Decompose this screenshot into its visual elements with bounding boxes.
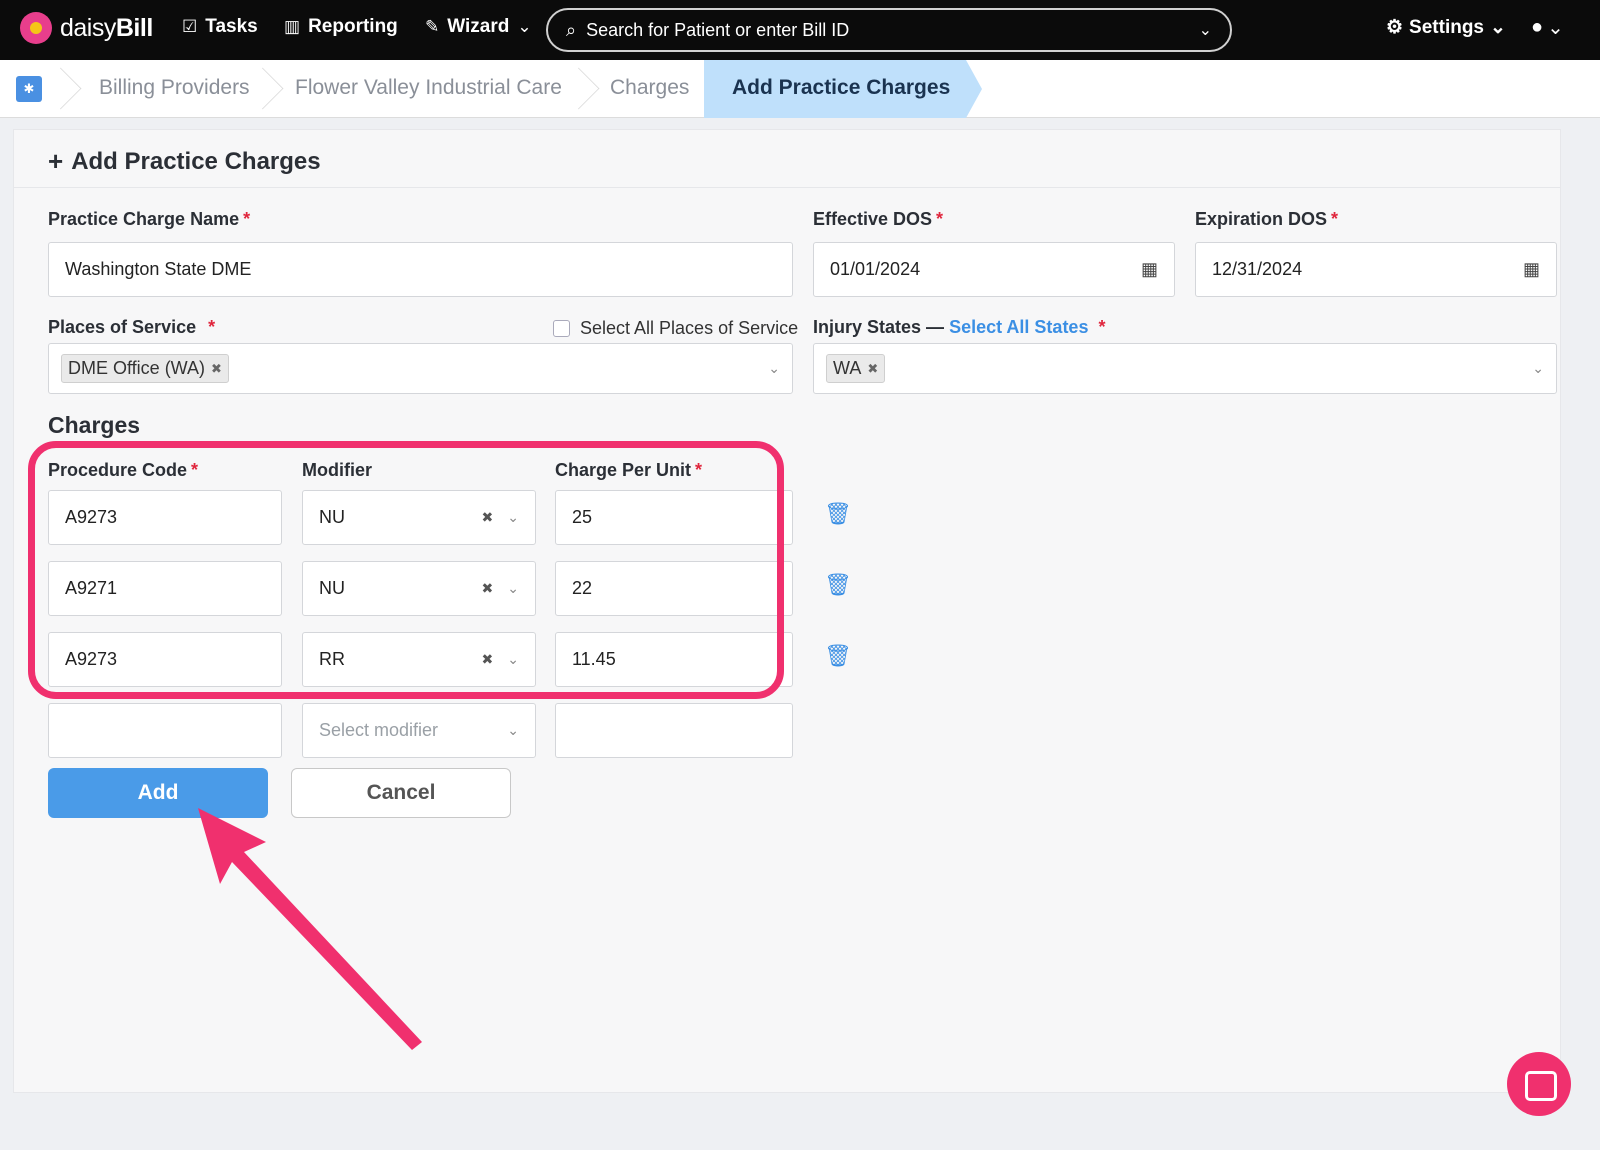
top-navbar: daisyBill ☑ Tasks ▥ Reporting ✎ Wizard ⌄…: [0, 0, 1600, 60]
place-tag: DME Office (WA) ✖: [61, 354, 229, 383]
nav-reporting-label: Reporting: [308, 16, 398, 37]
breadcrumb-charges[interactable]: Charges: [610, 76, 689, 100]
user-circle-icon: ●: [1531, 16, 1544, 38]
nav-reporting[interactable]: ▥ Reporting: [284, 16, 398, 38]
effective-dos-field[interactable]: 01/01/2024 ▦: [813, 242, 1175, 297]
field-value: 12/31/2024: [1212, 259, 1303, 279]
select-all-places-toggle[interactable]: Select All Places of Service: [553, 318, 798, 339]
home-crumb-icon[interactable]: ✱: [16, 76, 42, 102]
gear-icon: ⚙: [1386, 17, 1404, 38]
label-text: Practice Charge Name: [48, 209, 240, 229]
magic-wand-icon: ✎: [425, 17, 440, 36]
select-all-places-checkbox[interactable]: [553, 320, 570, 337]
bar-chart-icon: ▥: [284, 17, 301, 36]
label-text: Expiration DOS: [1195, 209, 1328, 229]
search-icon: ⌕: [566, 19, 577, 40]
expiration-dos-field[interactable]: 12/31/2024 ▦: [1195, 242, 1557, 297]
breadcrumb-separator: [270, 60, 290, 118]
account-menu[interactable]: ● ⌄: [1531, 15, 1564, 40]
modifier-placeholder: Select modifier: [319, 720, 439, 740]
places-of-service-label: Places of Service *: [48, 317, 215, 338]
daisybill-logo[interactable]: daisyBill: [20, 12, 153, 44]
calendar-icon[interactable]: ▦: [1523, 259, 1540, 280]
search-input[interactable]: ⌕ Search for Patient or enter Bill ID ⌄: [546, 8, 1232, 52]
chevron-down-icon[interactable]: ⌄: [507, 722, 519, 739]
trash-icon[interactable]: 🗑: [824, 643, 852, 669]
places-of-service-select[interactable]: DME Office (WA) ✖ ⌄: [48, 343, 793, 394]
field-value: 01/01/2024: [830, 259, 921, 279]
add-practice-charges-card: + Add Practice Charges Practice Charge N…: [13, 129, 1561, 1093]
chevron-down-icon[interactable]: ⌄: [1199, 20, 1212, 40]
required-mark: *: [243, 209, 251, 229]
charge-per-unit-field[interactable]: [555, 703, 793, 758]
modifier-select[interactable]: Select modifier ⌄: [302, 703, 536, 758]
field-value: Washington State DME: [65, 259, 252, 279]
expiration-dos-label: Expiration DOS *: [1195, 209, 1338, 230]
settings-label: Settings: [1409, 16, 1484, 38]
card-header: + Add Practice Charges: [14, 130, 1560, 188]
select-all-places-label: Select All Places of Service: [580, 318, 799, 338]
required-mark: *: [936, 209, 944, 229]
cancel-button[interactable]: Cancel: [291, 768, 511, 818]
label-text: Injury States —: [813, 317, 945, 337]
chat-support-icon[interactable]: [1507, 1052, 1571, 1116]
select-all-states-link[interactable]: Select All States: [949, 317, 1088, 337]
nav-wizard[interactable]: ✎ Wizard ⌄: [425, 16, 532, 38]
plus-icon: +: [48, 146, 64, 176]
search-placeholder: Search for Patient or enter Bill ID: [586, 19, 850, 40]
breadcrumb-separator: [68, 60, 88, 118]
label-text: Effective DOS: [813, 209, 933, 229]
place-tag-label: DME Office (WA): [68, 358, 206, 378]
label-text: Places of Service: [48, 317, 197, 337]
settings-menu[interactable]: ⚙ Settings ⌄: [1386, 16, 1506, 39]
chevron-down-icon: ⌄: [517, 17, 532, 36]
chevron-down-icon[interactable]: ⌄: [768, 360, 780, 377]
effective-dos-label: Effective DOS *: [813, 209, 943, 230]
breadcrumb-flower-valley[interactable]: Flower Valley Industrial Care: [295, 76, 562, 100]
page-title-text: Add Practice Charges: [71, 147, 321, 175]
nav-wizard-label: Wizard: [447, 16, 510, 37]
breadcrumb-active-add-practice-charges: Add Practice Charges: [704, 60, 982, 118]
trash-icon[interactable]: 🗑: [824, 572, 852, 598]
required-mark: *: [1331, 209, 1339, 229]
breadcrumb-separator: [586, 60, 606, 118]
required-mark: *: [1098, 317, 1106, 337]
charges-section-title: Charges: [48, 412, 141, 438]
chevron-down-icon[interactable]: ⌄: [1532, 360, 1544, 377]
procedure-code-field[interactable]: [48, 703, 282, 758]
injury-states-select[interactable]: WA ✖ ⌄: [813, 343, 1557, 394]
page-title: + Add Practice Charges: [48, 146, 321, 177]
required-mark: *: [208, 317, 216, 337]
daisy-flower-icon: [20, 12, 52, 44]
remove-tag-icon[interactable]: ✖: [211, 361, 222, 377]
clipboard-check-icon: ☑: [182, 17, 198, 36]
add-button[interactable]: Add: [48, 768, 268, 818]
nav-tasks-label: Tasks: [205, 16, 258, 37]
state-tag: WA ✖: [826, 354, 886, 383]
state-tag-label: WA: [833, 358, 862, 378]
practice-charge-name-label: Practice Charge Name *: [48, 209, 250, 230]
nav-tasks[interactable]: ☑ Tasks: [182, 16, 258, 38]
practice-charge-name-field[interactable]: Washington State DME: [48, 242, 793, 297]
chevron-down-icon: ⌄: [1490, 17, 1506, 38]
breadcrumb-billing-providers[interactable]: Billing Providers: [99, 76, 250, 100]
trash-icon[interactable]: 🗑: [824, 501, 852, 527]
breadcrumb-active-label: Add Practice Charges: [732, 76, 951, 99]
injury-states-label: Injury States — Select All States *: [813, 317, 1105, 338]
chevron-down-icon: ⌄: [1547, 17, 1564, 39]
calendar-icon[interactable]: ▦: [1141, 259, 1158, 280]
logo-text: daisyBill: [60, 13, 153, 42]
charges-highlight-annotation: [28, 441, 784, 699]
remove-tag-icon[interactable]: ✖: [867, 361, 878, 377]
